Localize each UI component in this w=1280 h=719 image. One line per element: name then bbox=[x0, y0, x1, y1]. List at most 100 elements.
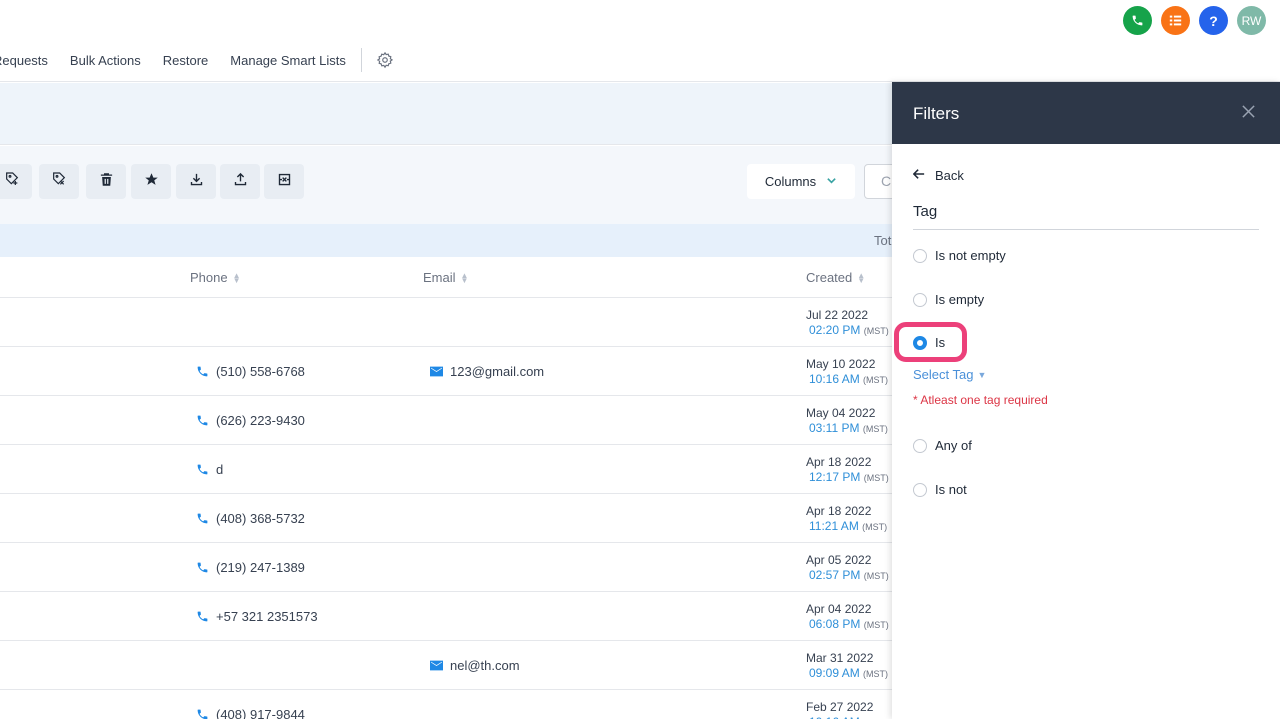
column-label: Created bbox=[806, 270, 853, 285]
sort-icon: ▲ ▼ bbox=[232, 270, 241, 285]
radio-button[interactable] bbox=[913, 438, 927, 453]
radio-button-selected[interactable] bbox=[913, 335, 927, 350]
back-button[interactable]: Back bbox=[912, 168, 964, 183]
favorite-button[interactable] bbox=[131, 164, 171, 199]
created-date: Apr 18 2022 bbox=[806, 504, 872, 518]
column-label: Email bbox=[423, 270, 456, 285]
table-row[interactable]: (408) 368-5732 Apr 18 2022 11:21 AM (MST) bbox=[0, 494, 892, 543]
time-value: 06:08 PM bbox=[809, 617, 861, 631]
total-bar: Tot bbox=[0, 224, 892, 257]
contacts-toolbar: Columns C bbox=[0, 146, 904, 224]
table-header: Phone ▲ ▼ Email ▲ ▼ Created ▲ ▼ bbox=[0, 257, 892, 298]
nav-requests[interactable]: Requests bbox=[0, 53, 48, 68]
created-time: 10:16 AM (MST) bbox=[809, 372, 888, 388]
delete-button[interactable] bbox=[86, 164, 126, 199]
phone-icon bbox=[196, 708, 209, 719]
phone-cell[interactable]: +57 321 2351573 bbox=[196, 609, 318, 624]
table-row[interactable]: (626) 223-9430 May 04 2022 03:11 PM (MST) bbox=[0, 396, 892, 445]
back-label: Back bbox=[935, 168, 964, 183]
created-time: 02:57 PM (MST) bbox=[809, 568, 889, 584]
option-is-not-empty[interactable]: Is not empty bbox=[913, 248, 1006, 263]
phone-icon[interactable] bbox=[1123, 6, 1152, 35]
phone-cell[interactable]: (219) 247-1389 bbox=[196, 560, 305, 575]
time-value: 12:17 PM bbox=[809, 470, 861, 484]
phone-value: (510) 558-6768 bbox=[216, 364, 305, 379]
phone-cell[interactable]: d bbox=[196, 462, 223, 477]
avatar[interactable]: RW bbox=[1237, 6, 1266, 35]
phone-value: (408) 917-9844 bbox=[216, 707, 305, 719]
email-value: nel@th.com bbox=[450, 658, 520, 673]
nav-manage-smart-lists[interactable]: Manage Smart Lists bbox=[230, 53, 346, 68]
download-icon bbox=[189, 172, 204, 192]
download-button[interactable] bbox=[176, 164, 216, 199]
help-icon[interactable]: ? bbox=[1199, 6, 1228, 35]
table-row[interactable]: (510) 558-6768 123@gmail.com May 10 2022 10… bbox=[0, 347, 892, 396]
filters-header: Filters bbox=[892, 82, 1280, 144]
option-label: Any of bbox=[935, 438, 972, 453]
mail-icon bbox=[430, 366, 443, 377]
option-any-of[interactable]: Any of bbox=[913, 438, 972, 453]
phone-cell[interactable]: (408) 368-5732 bbox=[196, 511, 305, 526]
phone-value: (219) 247-1389 bbox=[216, 560, 305, 575]
total-label: Tot bbox=[874, 233, 892, 248]
timezone: (MST) bbox=[863, 375, 889, 385]
remove-tag-button[interactable] bbox=[39, 164, 79, 199]
timezone: (MST) bbox=[862, 424, 888, 434]
created-time: 12:17 PM (MST) bbox=[809, 470, 889, 486]
columns-button[interactable]: Columns bbox=[747, 164, 855, 199]
merge-icon bbox=[277, 172, 292, 192]
email-cell[interactable]: 123@gmail.com bbox=[430, 364, 544, 379]
delete-icon bbox=[99, 172, 114, 192]
table-row[interactable]: (408) 917-9844 Feb 27 202210:16 AM (MST) bbox=[0, 690, 892, 719]
sub-nav: Requests Bulk Actions Restore Manage Sma… bbox=[0, 43, 394, 77]
merge-button[interactable] bbox=[264, 164, 304, 199]
phone-cell[interactable]: (408) 917-9844 bbox=[196, 707, 305, 719]
add-tag-button[interactable] bbox=[0, 164, 32, 199]
column-header-created[interactable]: Created ▲ ▼ bbox=[806, 270, 865, 285]
created-cell: Apr 18 2022 11:21 AM (MST) bbox=[806, 504, 887, 535]
sort-icon: ▲ ▼ bbox=[857, 270, 866, 285]
option-is[interactable]: Is bbox=[913, 335, 945, 350]
option-is-not[interactable]: Is not bbox=[913, 482, 967, 497]
table-row[interactable]: (219) 247-1389 Apr 05 2022 02:57 PM (MST) bbox=[0, 543, 892, 592]
phone-value: (626) 223-9430 bbox=[216, 413, 305, 428]
nav-restore[interactable]: Restore bbox=[163, 53, 209, 68]
created-cell: Apr 05 2022 02:57 PM (MST) bbox=[806, 553, 889, 584]
radio-button[interactable] bbox=[913, 292, 927, 307]
created-cell: Apr 18 2022 12:17 PM (MST) bbox=[806, 455, 889, 486]
radio-button[interactable] bbox=[913, 248, 927, 263]
close-icon[interactable] bbox=[1241, 104, 1256, 119]
created-cell: Mar 31 2022 09:09 AM (MST) bbox=[806, 651, 888, 682]
chevron-down-icon bbox=[826, 174, 837, 189]
time-value: 11:21 AM bbox=[809, 519, 859, 533]
radio-button[interactable] bbox=[913, 482, 927, 497]
phone-icon bbox=[196, 463, 209, 476]
phone-cell[interactable]: (626) 223-9430 bbox=[196, 413, 305, 428]
nav-bulk-actions[interactable]: Bulk Actions bbox=[70, 53, 141, 68]
email-value: 123@gmail.com bbox=[450, 364, 545, 379]
email-cell[interactable]: nel@th.com bbox=[430, 658, 520, 673]
phone-icon bbox=[196, 365, 209, 378]
select-tag-dropdown[interactable]: Select Tag ▼ bbox=[913, 367, 986, 382]
phone-value: d bbox=[216, 462, 224, 477]
option-is-empty[interactable]: Is empty bbox=[913, 292, 984, 307]
table-row[interactable]: nel@th.com Mar 31 2022 09:09 AM (MST) bbox=[0, 641, 892, 690]
time-value: 02:57 PM bbox=[809, 568, 861, 582]
created-time: 11:21 AM (MST) bbox=[809, 519, 887, 535]
upload-button[interactable] bbox=[220, 164, 260, 199]
created-date: May 10 2022 bbox=[806, 357, 876, 371]
column-header-email[interactable]: Email ▲ ▼ bbox=[423, 270, 468, 285]
column-header-phone[interactable]: Phone ▲ ▼ bbox=[190, 270, 241, 285]
list-icon[interactable] bbox=[1161, 6, 1190, 35]
gear-icon[interactable] bbox=[376, 51, 394, 69]
phone-value: +57 321 2351573 bbox=[216, 609, 318, 624]
option-label: Is bbox=[935, 335, 946, 350]
table-row[interactable]: d Apr 18 2022 12:17 PM (MST) bbox=[0, 445, 892, 494]
caret-down-icon: ▼ bbox=[977, 369, 987, 380]
table-row[interactable]: +57 321 2351573 Apr 04 2022 06:08 PM (MST) bbox=[0, 592, 892, 641]
created-time: 06:08 PM (MST) bbox=[809, 617, 889, 633]
table-row[interactable]: Jul 22 2022 02:20 PM (MST) bbox=[0, 298, 892, 347]
phone-cell[interactable]: (510) 558-6768 bbox=[196, 364, 305, 379]
arrow-left-icon bbox=[912, 168, 925, 183]
add-tag-icon bbox=[4, 171, 20, 192]
